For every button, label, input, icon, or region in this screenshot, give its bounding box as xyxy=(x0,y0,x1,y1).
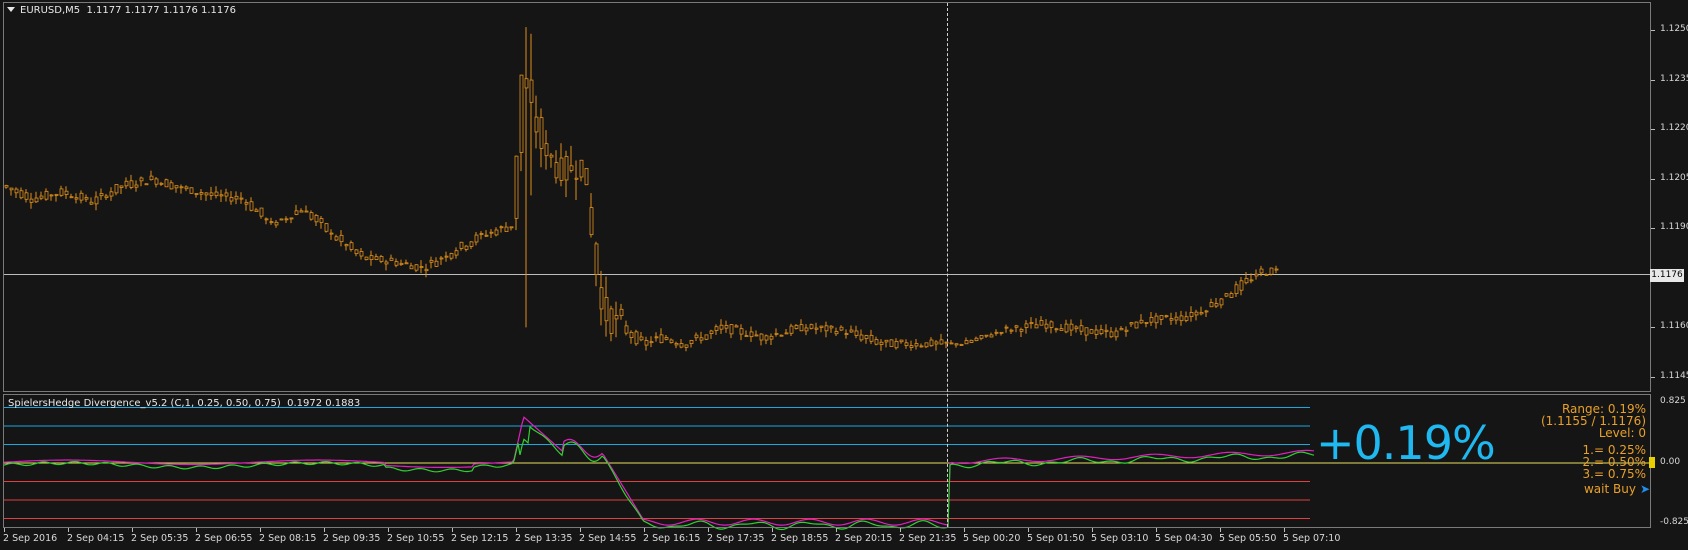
price-tick xyxy=(1651,179,1655,180)
price-tick-label: 1.1190 xyxy=(1660,222,1688,232)
time-tick-label: 5 Sep 00:20 xyxy=(963,533,1021,544)
time-tick xyxy=(516,528,517,532)
time-tick xyxy=(388,528,389,532)
time-tick xyxy=(324,528,325,532)
time-tick xyxy=(644,528,645,532)
time-tick-label: 2 Sep 17:35 xyxy=(707,533,765,544)
indicator-axis-bottom: -0.825 xyxy=(1660,517,1688,527)
time-tick-label: 5 Sep 03:10 xyxy=(1091,533,1149,544)
price-tick xyxy=(1651,327,1655,328)
time-tick-label: 2 Sep 04:15 xyxy=(67,533,125,544)
level-marker xyxy=(1649,457,1655,468)
time-tick-label: 2 Sep 14:55 xyxy=(579,533,637,544)
time-tick-label: 2 Sep 2016 xyxy=(3,533,58,544)
time-tick-label: 2 Sep 12:15 xyxy=(451,533,509,544)
price-tick-label: 1.1250 xyxy=(1660,24,1688,34)
time-tick xyxy=(1284,528,1285,532)
time-tick-label: 2 Sep 20:15 xyxy=(835,533,893,544)
time-tick-label: 2 Sep 21:35 xyxy=(899,533,957,544)
current-price-label: 1.1176 xyxy=(1650,268,1684,282)
chart-window[interactable]: EURUSD,M5 1.1177 1.1177 1.1176 1.1176 Sp… xyxy=(0,0,1688,550)
time-tick xyxy=(836,528,837,532)
price-tick-label: 1.1205 xyxy=(1660,173,1688,183)
big-percent-label: +0.19% xyxy=(1316,416,1496,470)
symbol-header-text: EURUSD,M5 1.1177 1.1177 1.1176 1.1176 xyxy=(20,5,236,16)
time-tick-label: 5 Sep 01:50 xyxy=(1027,533,1085,544)
time-tick xyxy=(68,528,69,532)
time-tick xyxy=(708,528,709,532)
time-tick xyxy=(4,528,5,532)
time-tick xyxy=(1092,528,1093,532)
time-tick xyxy=(1028,528,1029,532)
level-label: Level: 0 xyxy=(1598,426,1646,440)
signal-status-text: wait Buy xyxy=(1583,482,1636,496)
time-tick-label: 2 Sep 06:55 xyxy=(195,533,253,544)
crosshair-line xyxy=(947,3,948,527)
time-tick-label: 5 Sep 07:10 xyxy=(1283,533,1341,544)
time-tick-label: 2 Sep 13:35 xyxy=(515,533,573,544)
price-tick xyxy=(1651,30,1655,31)
time-tick-label: 5 Sep 04:30 xyxy=(1155,533,1213,544)
price-tick-label: 1.1160 xyxy=(1660,321,1688,331)
price-tick xyxy=(1651,377,1655,378)
price-tick-label: 1.1220 xyxy=(1660,123,1688,133)
dropdown-triangle-icon[interactable] xyxy=(7,7,15,12)
arrow-right-icon: ➤ xyxy=(1639,482,1650,496)
time-tick xyxy=(452,528,453,532)
time-tick xyxy=(964,528,965,532)
indicator-axis-top: 0.825 xyxy=(1660,396,1686,406)
time-tick xyxy=(772,528,773,532)
time-tick xyxy=(580,528,581,532)
time-tick xyxy=(1156,528,1157,532)
time-tick-label: 5 Sep 05:50 xyxy=(1219,533,1277,544)
time-tick xyxy=(132,528,133,532)
symbol-header[interactable]: EURUSD,M5 1.1177 1.1177 1.1176 1.1176 xyxy=(7,5,236,16)
time-tick xyxy=(900,528,901,532)
time-tick-label: 2 Sep 10:55 xyxy=(387,533,445,544)
time-tick-label: 2 Sep 18:55 xyxy=(771,533,829,544)
time-tick xyxy=(260,528,261,532)
indicator-header: SpielersHedge Divergence_v5.2 (C,1, 0.25… xyxy=(8,398,361,409)
price-tick xyxy=(1651,129,1655,130)
level-3-label: 3.= 0.75% xyxy=(1582,467,1646,481)
price-tick-label: 1.1235 xyxy=(1660,74,1688,84)
price-panel[interactable] xyxy=(3,2,1651,392)
time-tick-label: 2 Sep 05:35 xyxy=(131,533,189,544)
price-tick xyxy=(1651,80,1655,81)
price-tick-label: 1.1145 xyxy=(1660,371,1688,381)
indicator-axis-zero: 0.00 xyxy=(1660,457,1681,467)
time-tick xyxy=(196,528,197,532)
time-tick-label: 2 Sep 09:35 xyxy=(323,533,381,544)
time-tick xyxy=(1220,528,1221,532)
time-tick-label: 2 Sep 16:15 xyxy=(643,533,701,544)
time-tick-label: 2 Sep 08:15 xyxy=(259,533,317,544)
price-tick xyxy=(1651,228,1655,229)
signal-status: wait Buy ➤ xyxy=(1584,482,1650,496)
